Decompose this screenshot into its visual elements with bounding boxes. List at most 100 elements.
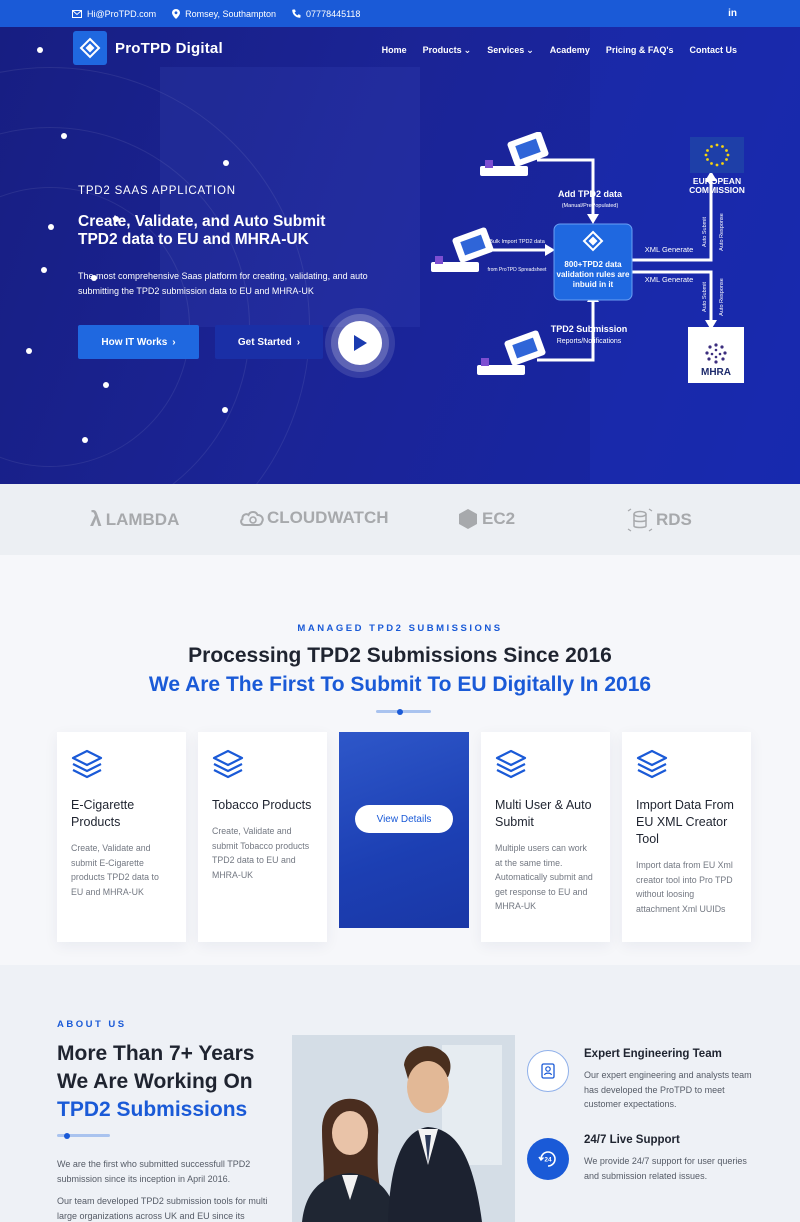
section-divider xyxy=(376,710,431,713)
nav-item-label: Services xyxy=(487,45,525,55)
partner-label: RDS xyxy=(656,510,692,529)
team-photo xyxy=(292,1035,515,1222)
feature-description: We provide 24/7 support for user queries… xyxy=(584,1156,747,1181)
section-eyebrow: MANAGED TPD2 SUBMISSIONS xyxy=(297,623,503,634)
laptop-icon xyxy=(477,330,546,375)
linkedin-icon[interactable]: in xyxy=(728,8,737,19)
decorative-dot xyxy=(222,407,228,413)
eu-flag-logo xyxy=(690,137,744,173)
about-title-line: More Than 7+ Years xyxy=(57,1042,255,1065)
brand-name: ProTPD Digital xyxy=(115,39,223,57)
service-card-import[interactable]: Import Data From EU XML Creator Tool Imp… xyxy=(622,732,751,942)
headline-line: TPD2 data to EU and MHRA-UK xyxy=(78,231,309,248)
about-eyebrow: ABOUT US xyxy=(57,1019,127,1030)
decorative-dot xyxy=(223,160,229,166)
nav-item-home[interactable]: Home xyxy=(382,45,407,56)
svg-text:24: 24 xyxy=(544,1157,552,1164)
decorative-dot xyxy=(82,437,88,443)
card-title: E-Cigarette Products xyxy=(71,798,135,829)
partner-label: EC2 xyxy=(482,509,516,528)
layers-icon xyxy=(636,748,737,785)
service-card-ecig[interactable]: E-Cigarette Products Create, Validate an… xyxy=(57,732,186,942)
decorative-dot xyxy=(103,382,109,388)
cloud-icon xyxy=(240,511,264,526)
about-title-highlight: TPD2 Submissions xyxy=(57,1098,248,1121)
service-card-multi-user[interactable]: Multi User & Auto Submit Multiple users … xyxy=(481,732,610,942)
hero-subtitle: The most comprehensive Saas platform for… xyxy=(78,271,368,296)
logo-icon xyxy=(73,31,107,65)
feature-title: 24/7 Live Support xyxy=(584,1134,680,1146)
decorative-dot xyxy=(61,133,67,139)
nav-item-products[interactable]: Products ⌄ xyxy=(423,45,472,56)
phone-text: 07778445118 xyxy=(306,8,361,19)
hero-eyebrow: TPD2 SAAS APPLICATION xyxy=(78,185,236,197)
how-it-works-button[interactable]: How IT Works › xyxy=(78,325,199,359)
card-title: Tobacco Products xyxy=(212,798,312,812)
divider-dot xyxy=(397,708,403,715)
phone-icon xyxy=(292,9,301,18)
layers-icon xyxy=(212,748,313,785)
headline-line: Create, Validate, and Auto Submit xyxy=(78,213,326,230)
nav-item-label: Products xyxy=(422,45,462,55)
decorative-dot xyxy=(41,267,47,273)
map-pin-icon xyxy=(172,8,181,19)
nav-item-contact[interactable]: Contact Us xyxy=(689,45,737,56)
about-title-line: We Are Working On xyxy=(57,1070,253,1093)
about-paragraph: We are the first who submitted successfu… xyxy=(57,1159,251,1184)
chevron-down-icon: ⌄ xyxy=(463,45,472,55)
card-description: Create, Validate and submit Tobacco prod… xyxy=(212,826,310,880)
envelope-icon xyxy=(72,9,82,18)
partner-cloudwatch: CLOUDWATCH xyxy=(239,508,389,528)
hexagon-icon xyxy=(459,509,477,529)
auto-response-label: Auto Response xyxy=(719,278,725,316)
partner-ec2: EC2 xyxy=(458,508,515,530)
chevron-right-icon: › xyxy=(296,336,301,348)
auto-submit-label: Auto Submit xyxy=(702,217,708,247)
card-description: Import data from EU Xml creator tool int… xyxy=(636,860,733,914)
nav-item-services[interactable]: Services ⌄ xyxy=(487,45,534,56)
chevron-down-icon: ⌄ xyxy=(526,45,534,55)
phone-contact[interactable]: 07778445118 xyxy=(292,9,360,19)
xml-generate-label: XML Generate xyxy=(645,275,694,284)
layers-icon xyxy=(495,748,596,785)
chevron-right-icon: › xyxy=(172,336,176,348)
add-data-sub: (Manual/PrePopulated) xyxy=(562,203,619,209)
layers-icon xyxy=(71,748,172,785)
card-description: Multiple users can work at the same time… xyxy=(495,843,593,911)
get-started-button[interactable]: Get Started › xyxy=(215,325,323,359)
view-details-button[interactable]: View Details xyxy=(355,805,453,833)
european-commission-label: EUROPEAN COMMISSION xyxy=(689,176,745,195)
service-card-tobacco[interactable]: Tobacco Products Create, Validate and su… xyxy=(198,732,327,942)
play-icon xyxy=(354,335,367,351)
email-contact[interactable]: Hi@ProTPD.com xyxy=(72,9,156,19)
brand-logo[interactable]: ProTPD Digital xyxy=(73,31,223,65)
card-title: Import Data From EU XML Creator Tool xyxy=(636,798,734,846)
main-nav: Home Products ⌄ Services ⌄ Academy Pricing… xyxy=(366,45,737,56)
location-contact: Romsey, Southampton xyxy=(172,8,277,19)
engineering-team-icon xyxy=(527,1050,569,1092)
card-title: Multi User & Auto Submit xyxy=(495,798,592,829)
submission-sub: Reports/Notifications xyxy=(557,338,622,345)
location-text: Romsey, Southampton xyxy=(185,8,277,19)
play-video-button[interactable] xyxy=(338,321,382,365)
bulk-import-label: Bulk Import TPD2 data xyxy=(489,239,545,245)
xml-generate-label: XML Generate xyxy=(645,245,694,254)
top-contact-bar: Hi@ProTPD.com Romsey, Southampton 077784… xyxy=(0,0,800,27)
bulk-import-sub: from ProTPD Spreadsheet xyxy=(488,267,548,273)
validation-rules-label: 800+TPD2 data validation rules are inbui… xyxy=(556,260,630,289)
nav-item-pricing[interactable]: Pricing & FAQ's xyxy=(606,45,674,56)
button-label: Get Started xyxy=(237,336,292,348)
nav-item-academy[interactable]: Academy xyxy=(550,45,590,56)
feature-description: Our expert engineering and analysts team… xyxy=(584,1070,752,1109)
partner-label: LAMBDA xyxy=(105,510,180,529)
decorative-dot xyxy=(37,47,43,53)
card-description: Create, Validate and submit E-Cigarette … xyxy=(71,843,159,897)
section-title: Processing TPD2 Submissions Since 2016 xyxy=(188,644,612,667)
mhra-logo: MHRA xyxy=(688,327,744,383)
support-24-7-icon: 24 xyxy=(527,1138,569,1180)
lambda-icon: λ xyxy=(90,508,102,531)
feature-title: Expert Engineering Team xyxy=(584,1048,722,1060)
laptop-icon xyxy=(480,132,549,176)
partner-label: CLOUDWATCH xyxy=(267,508,389,527)
auto-submit-label: Auto Submit xyxy=(702,282,708,312)
